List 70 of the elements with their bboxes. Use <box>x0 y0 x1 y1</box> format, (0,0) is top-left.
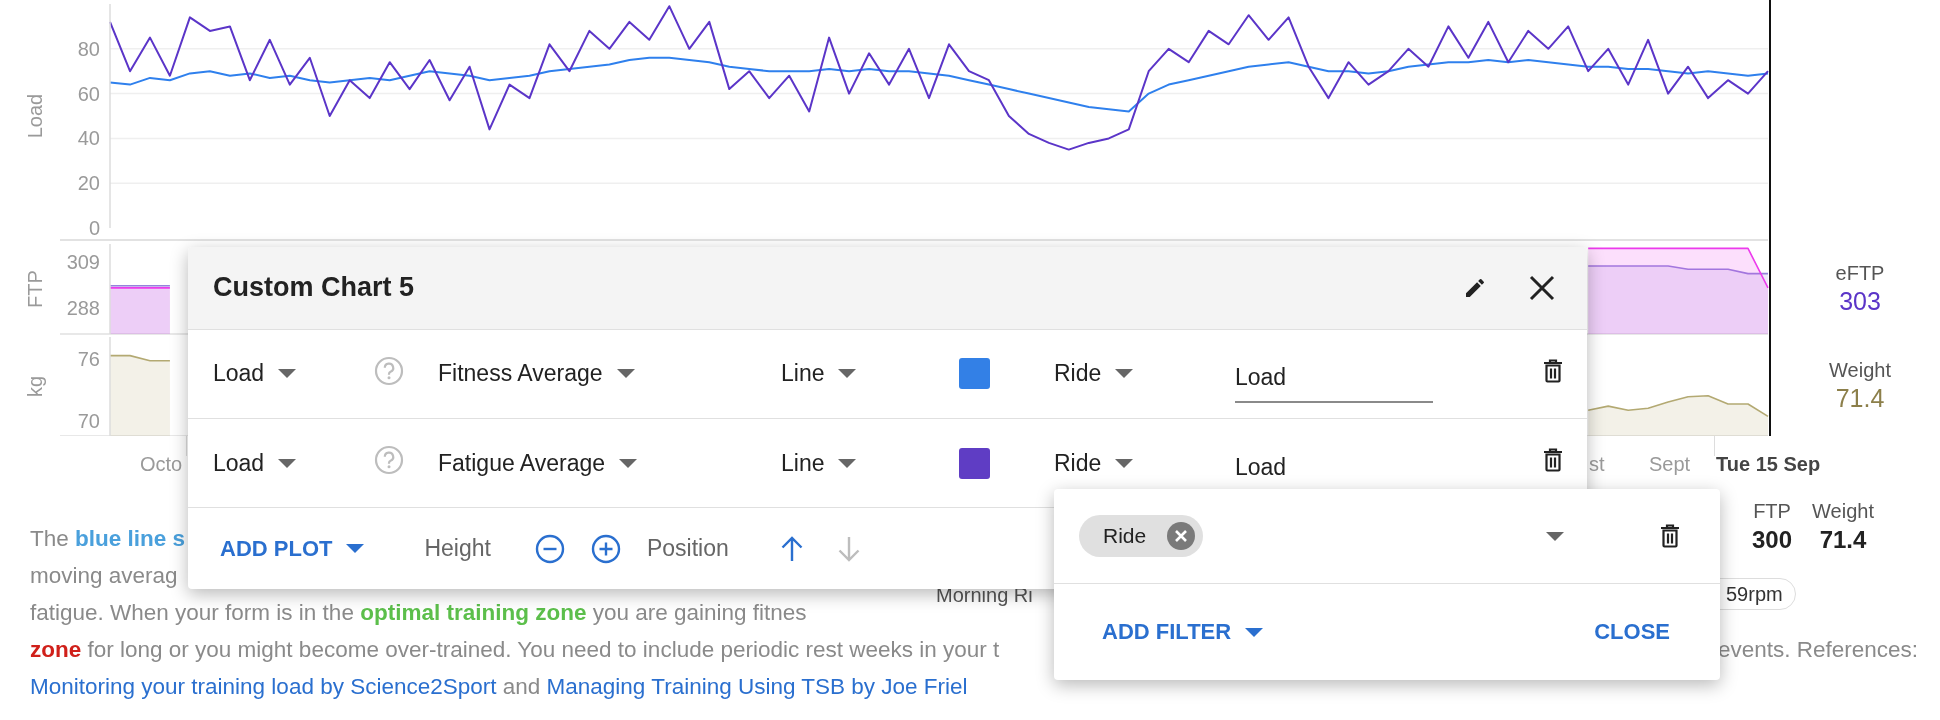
axis-tick-label: 288 <box>66 296 100 319</box>
position-label: Position <box>646 535 729 563</box>
caret-icon[interactable] <box>616 369 635 379</box>
trash-icon[interactable] <box>1660 524 1680 548</box>
remove-icon[interactable] <box>1166 521 1197 551</box>
description-text: and <box>501 673 542 700</box>
dialog-title: Custom Chart 5 <box>213 272 416 304</box>
description-text: events. References: <box>1717 636 1918 663</box>
add-plot-button[interactable]: ADD PLOT <box>220 529 365 568</box>
axis-date-label: st <box>1589 453 1605 476</box>
height-label: Height <box>424 535 491 563</box>
axis-tick-label: 309 <box>66 250 100 273</box>
stat-label: FTP <box>1753 500 1791 523</box>
axis-tick-label: 0 <box>88 217 100 239</box>
caret-icon[interactable] <box>1115 458 1134 468</box>
axis-tick-label: 40 <box>77 127 100 150</box>
caret-icon[interactable] <box>278 458 297 468</box>
activity-dropdown[interactable]: Ride <box>1054 449 1235 477</box>
caret-icon[interactable] <box>1245 627 1264 637</box>
close-icon[interactable] <box>1529 274 1555 301</box>
close-button[interactable]: CLOSE <box>1594 613 1670 651</box>
plus-icon[interactable] <box>590 533 621 564</box>
axis-tick-label: 76 <box>77 347 100 370</box>
caret-icon[interactable] <box>346 544 365 554</box>
color-swatch[interactable] <box>959 447 990 479</box>
caret-icon[interactable] <box>838 369 857 379</box>
caret-icon[interactable] <box>838 458 857 468</box>
label-input[interactable]: Load <box>1235 447 1433 493</box>
style-dropdown[interactable]: Line <box>781 360 959 388</box>
axis-title: FTP <box>24 270 46 308</box>
activity-dropdown[interactable]: Ride <box>1054 360 1235 388</box>
reference-link[interactable]: Managing Training Using TSB by Joe Friel <box>546 673 968 700</box>
caret-icon[interactable] <box>1546 531 1564 541</box>
description-text: zone for long or you might become over-trained. You need to include periodic rest weeks in your t <box>30 636 1000 663</box>
axis-tick-label: 60 <box>77 82 100 105</box>
style-dropdown[interactable]: Line <box>781 449 959 477</box>
description-text: moving averag <box>30 562 178 589</box>
arrow-up-icon[interactable] <box>780 535 803 562</box>
filter-chip[interactable]: Ride <box>1079 515 1204 557</box>
description-text: The blue line s <box>30 525 186 552</box>
axis-title: Load <box>24 93 46 139</box>
trash-icon[interactable] <box>1543 448 1563 473</box>
minus-icon[interactable] <box>534 533 565 564</box>
metric-dropdown[interactable]: Load <box>213 360 374 388</box>
stat-value: 71.4 <box>1835 384 1885 413</box>
axis-tick-label: 80 <box>77 37 100 60</box>
field-dropdown[interactable]: Fatigue Average <box>438 449 781 477</box>
label-input[interactable]: Load <box>1235 358 1433 404</box>
axis-date-label: Sept <box>1649 453 1691 476</box>
axis-title: kg <box>24 375 46 398</box>
axis-tick-label: 70 <box>77 409 100 432</box>
axis-date-label: Octo <box>140 453 183 476</box>
stat-label: Weight <box>1812 500 1874 523</box>
axis-tick-label: 20 <box>77 172 100 195</box>
stat-label: eFTP <box>1835 262 1885 285</box>
color-swatch[interactable] <box>959 358 990 390</box>
caret-icon[interactable] <box>278 369 297 379</box>
stat-value: 303 <box>1839 287 1881 316</box>
stat-value: 300 <box>1752 526 1793 554</box>
axis-date-label: Tue 15 Sep <box>1716 453 1821 476</box>
trash-icon[interactable] <box>1543 358 1563 383</box>
caret-icon[interactable] <box>1115 369 1134 379</box>
stat-value: 71.4 <box>1819 526 1867 554</box>
add-filter-button[interactable]: ADD FILTER <box>1102 613 1264 651</box>
field-dropdown[interactable]: Fitness Average <box>438 360 781 388</box>
caret-icon[interactable] <box>619 458 638 468</box>
reference-link[interactable]: Monitoring your training load by Science2Sport <box>30 673 497 700</box>
metric-dropdown[interactable]: Load <box>213 449 374 477</box>
description-text: fatigue. When your form is in the optimal training zone you are gaining fitnes <box>30 599 807 626</box>
stat-label: Weight <box>1829 359 1891 382</box>
